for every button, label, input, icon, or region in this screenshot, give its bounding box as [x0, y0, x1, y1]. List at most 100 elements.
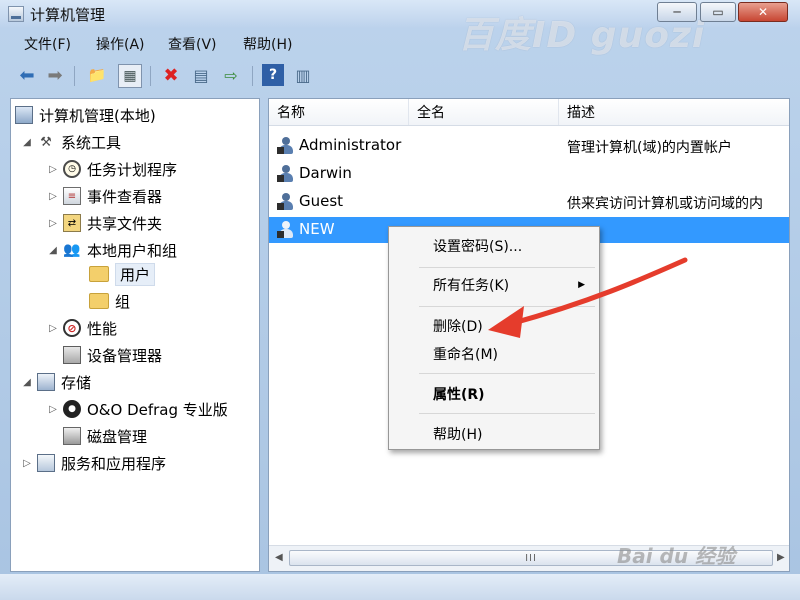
tree-item-label: O&O Defrag 专业版 — [87, 400, 228, 419]
device-manager-icon — [63, 346, 81, 364]
toolbar: ⬅ ➡ 📁 ▦ ✖ ▤ ⇨ ? ▥ — [0, 58, 800, 92]
services-apps-icon — [37, 454, 55, 472]
scroll-right-icon[interactable]: ▶ — [777, 552, 785, 563]
system-tools-icon: ⚒ — [40, 134, 52, 150]
collapse-arrow-icon[interactable]: ◢ — [21, 137, 33, 148]
tree-item-disk-management[interactable]: 磁盘管理 — [63, 424, 147, 448]
tree-item-performance[interactable]: ▷ ⊘ 性能 — [47, 316, 117, 340]
tree-item-device-manager[interactable]: 设备管理器 — [63, 343, 162, 367]
collapse-arrow-icon[interactable]: ◢ — [21, 377, 33, 388]
minimize-icon: ─ — [673, 5, 681, 19]
computer-management-icon — [15, 106, 33, 124]
menu-view[interactable]: 查看(V) — [168, 34, 217, 54]
user-name: Darwin — [299, 164, 352, 182]
menu-item-label: 帮助(H) — [433, 427, 483, 443]
toolbar-separator — [74, 66, 75, 86]
show-hide-tree-icon[interactable]: ▦ — [118, 64, 142, 88]
shared-folders-icon: ⇄ — [63, 214, 81, 232]
expand-arrow-icon[interactable]: ▷ — [21, 458, 33, 469]
minimize-button[interactable]: ─ — [657, 2, 697, 22]
event-viewer-icon: ≡ — [63, 187, 81, 205]
disk-management-icon — [63, 427, 81, 445]
tree-item-label: 共享文件夹 — [87, 214, 163, 233]
column-header-name[interactable]: 名称 — [269, 99, 409, 125]
tree-item-shared-folders[interactable]: ▷ ⇄ 共享文件夹 — [47, 211, 162, 235]
menu-separator — [419, 413, 595, 414]
expand-arrow-icon[interactable]: ▷ — [47, 218, 59, 229]
expand-arrow-icon[interactable]: ▷ — [47, 164, 59, 175]
tree-item-label: 服务和应用程序 — [61, 454, 167, 473]
folder-icon — [89, 293, 109, 309]
tree-item-label: 本地用户和组 — [87, 241, 178, 260]
baidu-jingyan-watermark: Bai du 经验 — [617, 544, 736, 568]
computer-management-window: 计算机管理 百度ID guozi ─ ▭ ✕ 文件(F) 操作(A) 查看(V)… — [0, 0, 800, 600]
tree-item-label: 用户 — [115, 262, 156, 286]
back-arrow-icon[interactable]: ⬅ — [16, 64, 38, 86]
tree-item-storage[interactable]: ◢ 存储 — [21, 370, 91, 394]
export-list-icon[interactable]: ⇨ — [220, 64, 242, 86]
tree-item-local-users-groups[interactable]: ◢ 👥 本地用户和组 — [47, 238, 177, 262]
expand-arrow-icon[interactable]: ▷ — [47, 323, 59, 334]
navigation-tree: 计算机管理(本地) ◢ ⚒ 系统工具 ▷ ◷ 任务计划程序 ▷ ≡ 事件查看器 … — [10, 98, 260, 572]
tree-item-label: 磁盘管理 — [87, 427, 148, 446]
expand-arrow-icon[interactable]: ▷ — [47, 191, 59, 202]
tree-item-groups[interactable]: 组 — [89, 289, 130, 313]
toolbar-separator — [252, 66, 253, 86]
up-folder-icon[interactable]: 📁 — [86, 64, 108, 86]
tree-item-label: 组 — [115, 292, 131, 311]
properties-icon[interactable]: ▤ — [190, 64, 212, 86]
user-account-icon — [277, 165, 295, 183]
help-icon[interactable]: ? — [262, 64, 284, 86]
table-row[interactable]: Darwin — [269, 161, 789, 187]
tree-item-users[interactable]: 用户 — [89, 262, 156, 286]
user-account-icon — [277, 193, 295, 211]
menu-file[interactable]: 文件(F) — [24, 34, 71, 54]
tree-item-system-tools[interactable]: ◢ ⚒ 系统工具 — [21, 130, 121, 154]
user-name: NEW — [299, 220, 335, 238]
tree-item-label: 存储 — [61, 373, 92, 392]
menu-bar: 文件(F) 操作(A) 查看(V) 帮助(H) — [0, 30, 800, 56]
tree-item-label: 设备管理器 — [87, 346, 163, 365]
table-row[interactable]: Administrator 管理计算机(域)的内置帐户 — [269, 133, 789, 159]
close-icon: ✕ — [757, 5, 769, 19]
column-header-row: 名称 全名 描述 — [269, 99, 789, 126]
scroll-left-icon[interactable]: ◀ — [275, 552, 283, 563]
delete-icon[interactable]: ✖ — [160, 64, 182, 86]
tree-item-task-scheduler[interactable]: ▷ ◷ 任务计划程序 — [47, 157, 177, 181]
toolbar-separator — [150, 66, 151, 86]
user-account-icon — [277, 221, 295, 239]
status-bar — [0, 574, 800, 600]
user-account-icon — [277, 137, 295, 155]
tree-item-label: 事件查看器 — [87, 187, 163, 206]
tree-item-label: 任务计划程序 — [87, 160, 178, 179]
tree-item-event-viewer[interactable]: ▷ ≡ 事件查看器 — [47, 184, 162, 208]
user-name: Guest — [299, 192, 344, 210]
tree-item-computer-management[interactable]: 计算机管理(本地) — [15, 103, 156, 127]
forward-arrow-icon[interactable]: ➡ — [44, 64, 66, 86]
folder-icon — [89, 266, 109, 282]
user-description: 供来宾访问计算机或访问域的内 — [567, 196, 763, 212]
window-title: 计算机管理 — [30, 6, 106, 24]
view-icon[interactable]: ▥ — [292, 64, 314, 86]
computer-management-app-icon — [8, 6, 24, 22]
tree-item-oo-defrag[interactable]: ▷ ● O&O Defrag 专业版 — [47, 397, 228, 421]
column-header-description[interactable]: 描述 — [559, 99, 789, 125]
collapse-arrow-icon[interactable]: ◢ — [47, 245, 59, 256]
menu-item-properties[interactable]: 属性(R) — [389, 381, 599, 407]
title-bar: 计算机管理 百度ID guozi ─ ▭ ✕ — [0, 0, 800, 56]
column-header-fullname[interactable]: 全名 — [409, 99, 559, 125]
menu-action[interactable]: 操作(A) — [96, 34, 145, 54]
performance-icon: ⊘ — [63, 319, 81, 337]
expand-arrow-icon[interactable]: ▷ — [47, 404, 59, 415]
menu-item-help[interactable]: 帮助(H) — [389, 421, 599, 447]
storage-icon — [37, 373, 55, 391]
tree-item-services-apps[interactable]: ▷ 服务和应用程序 — [21, 451, 166, 475]
maximize-button[interactable]: ▭ — [700, 2, 736, 22]
tree-item-label: 系统工具 — [61, 133, 122, 152]
task-scheduler-icon: ◷ — [63, 160, 81, 178]
local-users-groups-icon: 👥 — [63, 242, 81, 258]
menu-help[interactable]: 帮助(H) — [243, 34, 292, 54]
close-button[interactable]: ✕ — [738, 2, 788, 22]
table-row[interactable]: Guest 供来宾访问计算机或访问域的内 — [269, 189, 789, 215]
menu-item-label: 删除(D) — [433, 319, 483, 335]
